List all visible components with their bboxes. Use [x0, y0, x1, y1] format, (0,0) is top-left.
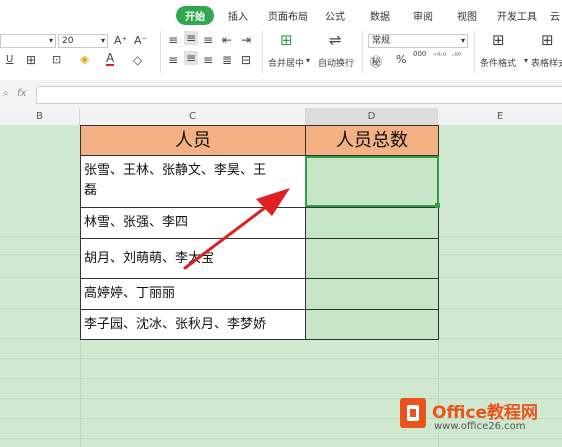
watermark-url: www.office26.com	[434, 421, 526, 432]
office-logo-icon	[400, 398, 426, 428]
annotation-arrow	[183, 188, 290, 270]
watermark-brand: Office教程网	[432, 403, 539, 423]
